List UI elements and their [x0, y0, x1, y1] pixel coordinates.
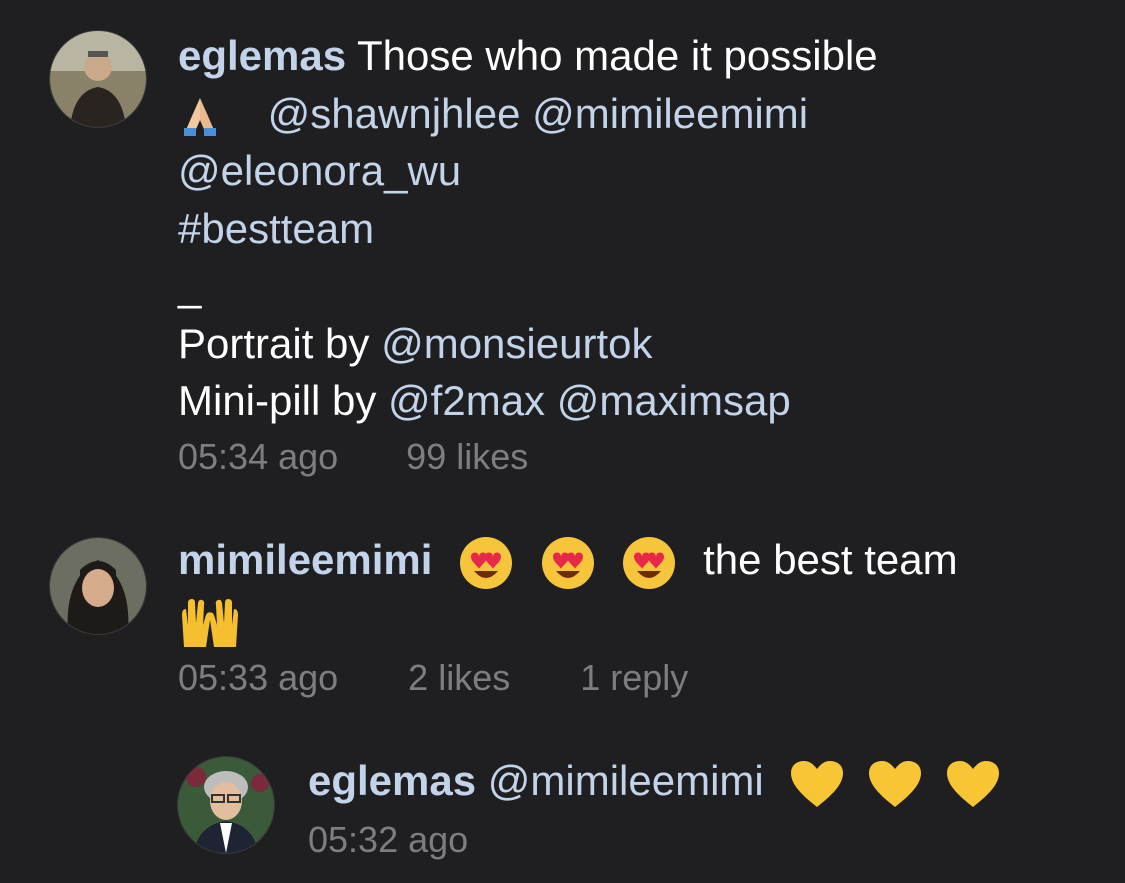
avatar-image: [50, 538, 146, 634]
yellow-heart-emoji: [789, 759, 845, 809]
timestamp: 05:32 ago: [308, 819, 469, 860]
timestamp: 05:33 ago: [178, 657, 339, 698]
mention-mimileemimi[interactable]: @mimileemimi: [532, 90, 808, 137]
comment-meta: 05:34 ago 99 likes: [178, 436, 528, 478]
avatar-mimileemimi[interactable]: [50, 538, 146, 634]
comment-text: Those who made it possible: [357, 32, 878, 79]
comment-body: eglemas Those who made it possible @shaw…: [178, 27, 878, 430]
comment-meta: 05:32 ago: [308, 819, 468, 861]
username[interactable]: eglemas: [178, 32, 346, 79]
comment-body: eglemas @mimileemimi: [308, 752, 1001, 810]
reply-link[interactable]: 1 reply: [580, 657, 688, 699]
mention-f2max[interactable]: @f2max: [388, 377, 545, 424]
minipill-label: Mini-pill by: [178, 377, 377, 424]
folded-hands-emoji: [178, 94, 222, 138]
hashtag-bestteam[interactable]: #bestteam: [178, 205, 374, 252]
username[interactable]: eglemas: [308, 757, 476, 804]
separator: _: [178, 262, 202, 309]
heart-eyes-emoji: [458, 535, 514, 591]
avatar-image: [50, 31, 146, 127]
heart-eyes-emoji: [621, 535, 677, 591]
username[interactable]: mimileemimi: [178, 536, 432, 583]
yellow-heart-emoji: [867, 759, 923, 809]
avatar-eglemas[interactable]: [50, 31, 146, 127]
mention-maximsap[interactable]: @maximsap: [557, 377, 791, 424]
yellow-heart-emoji: [945, 759, 1001, 809]
timestamp: 05:34 ago: [178, 436, 339, 477]
comment-body: mimileemimi the best team: [178, 531, 958, 651]
mention-mimileemimi[interactable]: @mimileemimi: [488, 757, 764, 804]
likes-link[interactable]: 99 likes: [406, 436, 528, 478]
mention-eleonora-wu[interactable]: @eleonora_wu: [178, 147, 461, 194]
likes-link[interactable]: 2 likes: [408, 657, 510, 699]
raising-hands-emoji: [178, 595, 242, 651]
portrait-label: Portrait by: [178, 319, 370, 367]
mention-monsieurtok[interactable]: @monsieurtok: [381, 320, 652, 367]
comment-text: the best team: [703, 536, 958, 583]
avatar-image: [178, 757, 274, 853]
mention-shawnjhlee[interactable]: @shawnjhlee: [268, 90, 521, 137]
avatar-eglemas[interactable]: [178, 757, 274, 853]
heart-eyes-emoji: [540, 535, 596, 591]
comment-meta: 05:33 ago 2 likes 1 reply: [178, 657, 688, 699]
